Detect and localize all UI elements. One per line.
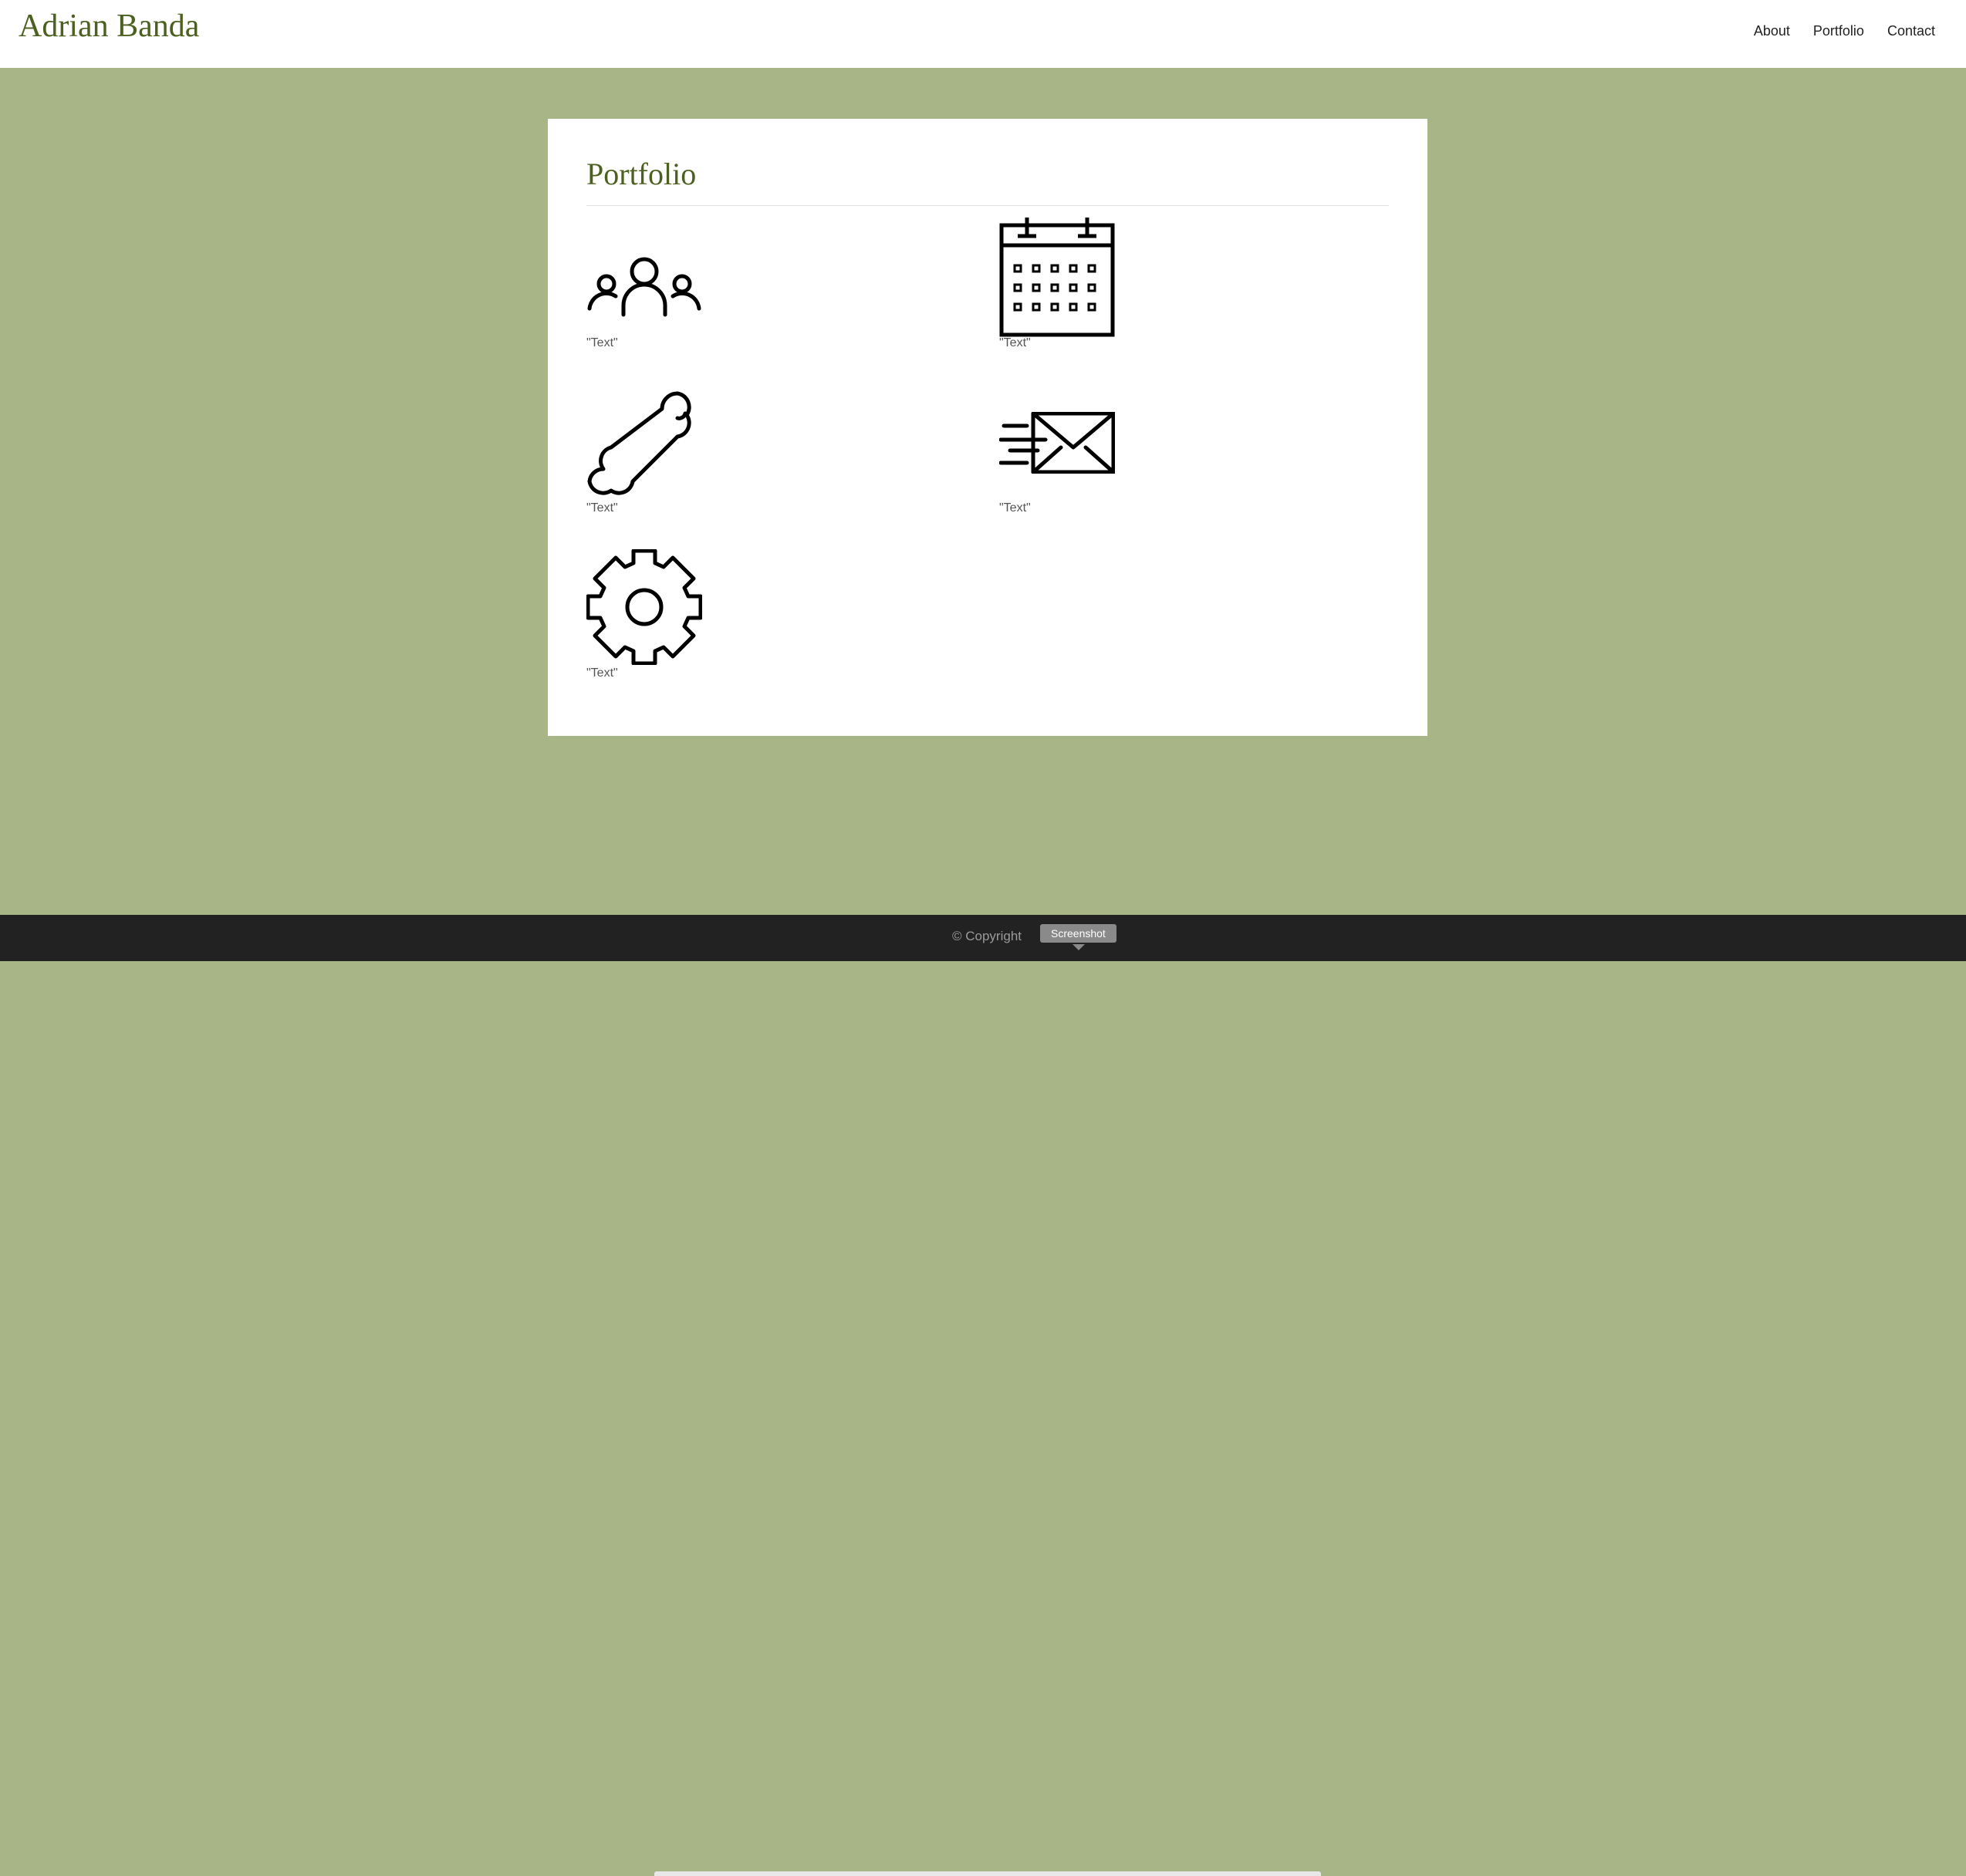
calendar-icon	[999, 218, 1115, 337]
nav-links: About Portfolio Contact	[1754, 23, 1935, 39]
portfolio-item-caption: "Text"	[999, 336, 1031, 349]
bone-icon	[587, 391, 691, 495]
copyright-text: © Copyright	[952, 929, 1022, 943]
bottom-toolbar-strip	[654, 1871, 1321, 1876]
portfolio-item-caption: "Text"	[586, 666, 618, 680]
portfolio-item-caption: "Text"	[586, 501, 618, 515]
portfolio-item-caption: "Text"	[999, 501, 1031, 515]
portfolio-item-bone[interactable]	[586, 384, 702, 500]
title-divider	[586, 205, 1389, 206]
top-navbar: Adrian Banda About Portfolio Contact	[0, 0, 1966, 68]
portfolio-item-gear[interactable]	[586, 549, 702, 665]
nav-link-contact[interactable]: Contact	[1887, 23, 1935, 39]
footer: © Copyright Screenshot	[0, 915, 1966, 1876]
nav-link-portfolio[interactable]: Portfolio	[1813, 23, 1864, 39]
nav-link-about[interactable]: About	[1754, 23, 1790, 39]
portfolio-item-mail[interactable]	[999, 412, 1115, 474]
gear-icon	[586, 549, 702, 665]
screenshot-tooltip: Screenshot	[1040, 924, 1116, 943]
tooltip-arrow	[1073, 944, 1085, 950]
brand-link[interactable]: Adrian Banda	[19, 8, 199, 45]
page-title: Portfolio	[586, 157, 697, 191]
portfolio-item-calendar[interactable]	[999, 218, 1115, 337]
fast-mail-icon	[999, 412, 1115, 474]
portfolio-card: Portfolio "Text" "Text" "Text" "Text" "T…	[548, 119, 1427, 736]
portfolio-item-caption: "Text"	[586, 336, 618, 349]
